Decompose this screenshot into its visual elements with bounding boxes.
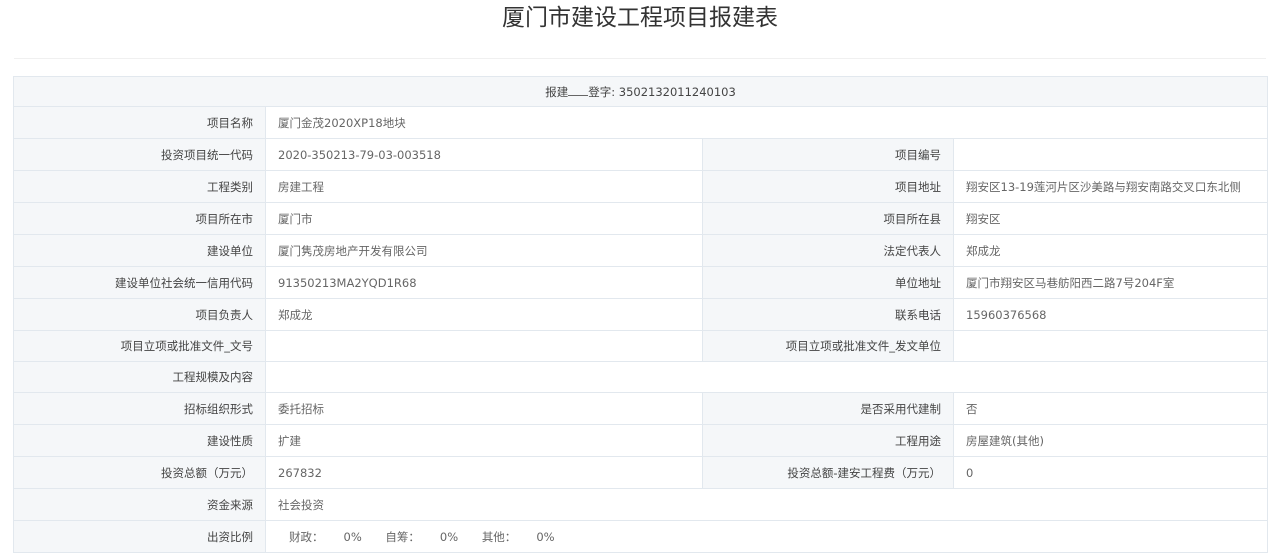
eng-usage-label: 工程用途 — [702, 424, 954, 457]
build-unit-label: 建设单位 — [13, 234, 266, 267]
registration-underline — [568, 85, 589, 96]
total-invest-value: 267832 — [265, 456, 703, 489]
table-row: 建设单位 厦门隽茂房地产开发有限公司 法定代表人 郑成龙 — [13, 234, 1269, 267]
registration-form-table: 报建 登字: 3502132011240103 项目名称 厦门金茂2020XP18… — [12, 76, 1269, 553]
legal-rep-value: 郑成龙 — [952, 234, 1269, 267]
eng-category-label: 工程类别 — [13, 170, 266, 203]
table-row: 项目所在市 厦门市 项目所在县 翔安区 — [13, 202, 1269, 235]
funding-ratio-other: 其他： 0% — [481, 529, 555, 544]
eng-usage-value: 房屋建筑(其他) — [952, 424, 1269, 457]
phone-label: 联系电话 — [702, 298, 954, 331]
invest-code-value: 2020-350213-79-03-003518 — [265, 138, 703, 171]
table-row: 出资比例 财政： 0% 自筹： 0% 其他： 0% — [13, 520, 1269, 553]
legal-rep-label: 法定代表人 — [702, 234, 954, 267]
unit-address-label: 单位地址 — [702, 266, 954, 299]
agent-system-label: 是否采用代建制 — [702, 392, 954, 425]
project-leader-label: 项目负责人 — [13, 298, 266, 331]
project-name-label: 项目名称 — [13, 106, 266, 139]
build-install-fee-value: 0 — [952, 456, 1269, 489]
city-value: 厦门市 — [265, 202, 703, 235]
page-title: 厦门市建设工程项目报建表 — [502, 5, 778, 31]
table-row: 项目负责人 郑成龙 联系电话 15960376568 — [13, 298, 1269, 331]
table-row: 项目名称 厦门金茂2020XP18地块 — [13, 106, 1269, 139]
table-row: 资金来源 社会投资 — [13, 488, 1269, 521]
registration-header-row: 报建 登字: 3502132011240103 — [12, 76, 1269, 107]
total-invest-label: 投资总额（万元） — [13, 456, 266, 489]
credit-code-value: 91350213MA2YQD1R68 — [265, 266, 703, 299]
funding-ratio-value: 财政： 0% 自筹： 0% 其他： 0% — [264, 520, 1269, 553]
project-address-value: 翔安区13-19莲河片区沙美路与翔安南路交叉口东北侧 — [952, 170, 1269, 203]
fund-source-value: 社会投资 — [264, 488, 1269, 521]
scale-content-label: 工程规模及内容 — [13, 361, 266, 393]
table-row: 建设性质 扩建 工程用途 房屋建筑(其他) — [13, 424, 1269, 457]
table-row: 投资项目统一代码 2020-350213-79-03-003518 项目编号 — [13, 138, 1269, 171]
eng-category-value: 房建工程 — [265, 170, 703, 203]
bidding-form-label: 招标组织形式 — [13, 392, 266, 425]
funding-ratio-fiscal: 财政： 0% — [289, 529, 362, 544]
phone-value: 15960376568 — [952, 298, 1269, 331]
table-row: 工程类别 房建工程 项目地址 翔安区13-19莲河片区沙美路与翔安南路交叉口东北… — [13, 170, 1269, 203]
credit-code-label: 建设单位社会统一信用代码 — [13, 266, 266, 299]
build-nature-label: 建设性质 — [13, 424, 266, 457]
approval-doc-no-value — [265, 330, 703, 362]
agent-system-value: 否 — [952, 392, 1269, 425]
registration-prefix: 报建 — [545, 84, 569, 99]
approval-doc-unit-value — [952, 330, 1269, 362]
table-row: 建设单位社会统一信用代码 91350213MA2YQD1R68 单位地址 厦门市… — [13, 266, 1269, 299]
approval-doc-unit-label: 项目立项或批准文件_发文单位 — [702, 330, 954, 362]
build-unit-value: 厦门隽茂房地产开发有限公司 — [265, 234, 703, 267]
registration-number: 3502132011240103 — [618, 84, 736, 99]
title-divider — [14, 58, 1266, 59]
table-row: 招标组织形式 委托招标 是否采用代建制 否 — [13, 392, 1269, 425]
project-no-value — [952, 138, 1269, 171]
project-address-label: 项目地址 — [702, 170, 954, 203]
build-nature-value: 扩建 — [265, 424, 703, 457]
fund-source-label: 资金来源 — [13, 488, 266, 521]
project-name-value: 厦门金茂2020XP18地块 — [264, 106, 1269, 139]
project-leader-value: 郑成龙 — [265, 298, 703, 331]
table-row: 投资总额（万元） 267832 投资总额-建安工程费（万元） 0 — [13, 456, 1269, 489]
funding-ratio-self: 自筹： 0% — [385, 529, 459, 544]
bidding-form-value: 委托招标 — [265, 392, 703, 425]
unit-address-value: 厦门市翔安区马巷舫阳西二路7号204F室 — [952, 266, 1269, 299]
registration-suffix: 登字: — [588, 84, 619, 99]
report-page: 厦门市建设工程项目报建表 报建 登字: 3502132011240103 项目名称… — [0, 0, 1280, 556]
invest-code-label: 投资项目统一代码 — [13, 138, 266, 171]
funding-ratio-label: 出资比例 — [13, 520, 266, 553]
county-label: 项目所在县 — [702, 202, 954, 235]
table-row: 项目立项或批准文件_文号 项目立项或批准文件_发文单位 — [13, 330, 1269, 362]
table-row: 工程规模及内容 — [13, 361, 1269, 393]
approval-doc-no-label: 项目立项或批准文件_文号 — [13, 330, 266, 362]
project-no-label: 项目编号 — [702, 138, 954, 171]
scale-content-value — [264, 361, 1269, 393]
registration-header: 报建 登字: 3502132011240103 — [12, 76, 1269, 107]
county-value: 翔安区 — [952, 202, 1269, 235]
city-label: 项目所在市 — [13, 202, 266, 235]
build-install-fee-label: 投资总额-建安工程费（万元） — [702, 456, 954, 489]
